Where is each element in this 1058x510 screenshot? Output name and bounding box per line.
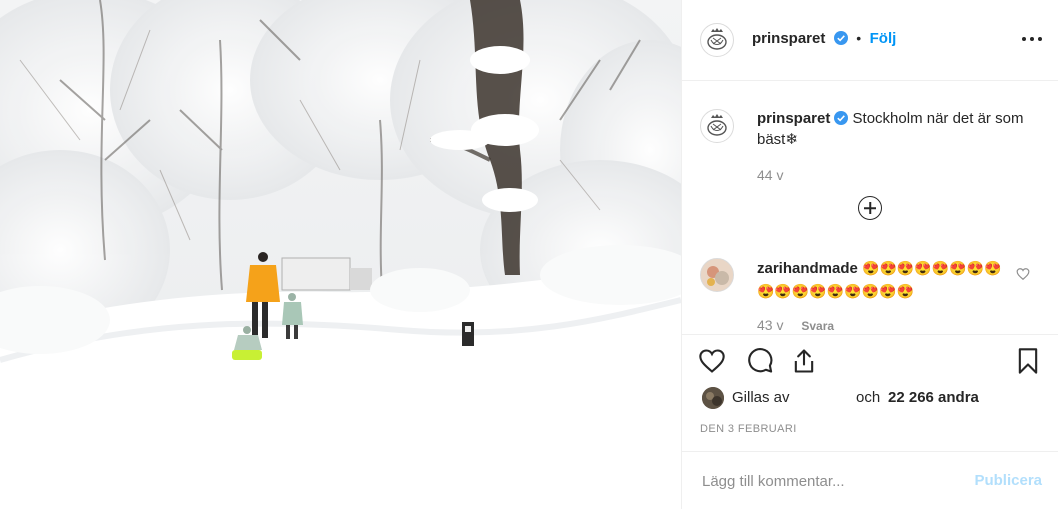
post-header: prinsparet • Följ [682, 0, 1058, 81]
verified-badge-icon [834, 111, 849, 125]
comment-composer: Publicera [682, 451, 1058, 510]
likes-count[interactable]: 22 266 andra [888, 389, 979, 406]
caption-username[interactable]: prinsparet [757, 110, 830, 127]
publish-button[interactable]: Publicera [974, 472, 1042, 489]
liker-avatar-icon [702, 387, 724, 409]
like-comment-heart-icon[interactable] [1016, 267, 1030, 281]
caption: prinsparet Stockholm när det är som bäst… [757, 108, 1027, 150]
follow-button[interactable]: Följ [870, 30, 897, 47]
comment-bubble-icon[interactable] [746, 347, 774, 375]
post-photo[interactable] [0, 0, 681, 509]
comment-age[interactable]: 43 v [757, 317, 783, 333]
likes-and: och [856, 389, 881, 406]
avatar[interactable] [700, 23, 734, 57]
post-details-panel: prinsparet • Följ prinsparet Stockholm n… [681, 0, 1058, 509]
comment-input[interactable] [700, 468, 954, 494]
snowy-park-photo-icon [0, 0, 681, 509]
load-more-comments-button[interactable] [858, 196, 882, 220]
caption-age[interactable]: 44 v [757, 167, 783, 183]
post-date[interactable]: DEN 3 FEBRUARI [700, 423, 797, 435]
comment: zarihandmade 😍😍😍😍😍😍😍😍😍😍😍😍😍😍😍😍😍 [757, 257, 1007, 303]
heart-icon[interactable] [698, 347, 726, 375]
bookmark-icon[interactable] [1014, 347, 1042, 375]
comments-area[interactable]: prinsparet Stockholm när det är som bäst… [682, 81, 1058, 334]
separator-dot: • [856, 30, 862, 46]
likes-summary: Gillas av och 22 266 andra [702, 387, 1042, 411]
share-icon[interactable] [790, 347, 818, 375]
comment-avatar[interactable] [700, 258, 734, 292]
caption-avatar[interactable] [700, 109, 734, 143]
header-username[interactable]: prinsparet [752, 30, 825, 47]
commenter-avatar-icon [701, 259, 733, 291]
more-options-icon[interactable] [1020, 28, 1044, 48]
comment-username[interactable]: zarihandmade [757, 260, 858, 277]
instagram-post: prinsparet • Följ prinsparet Stockholm n… [0, 0, 1058, 509]
royal-monogram-icon [707, 114, 727, 136]
liker-avatar[interactable] [702, 387, 724, 409]
action-bar: Gillas av och 22 266 andra DEN 3 FEBRUAR… [682, 334, 1058, 509]
royal-monogram-icon [707, 28, 727, 50]
reply-button[interactable]: Svara [801, 319, 834, 333]
likes-prefix: Gillas av [732, 389, 790, 406]
header-user-line: prinsparet • Följ [752, 30, 896, 48]
verified-badge-icon [833, 31, 848, 45]
comment-meta: 43 v Svara [757, 317, 834, 333]
